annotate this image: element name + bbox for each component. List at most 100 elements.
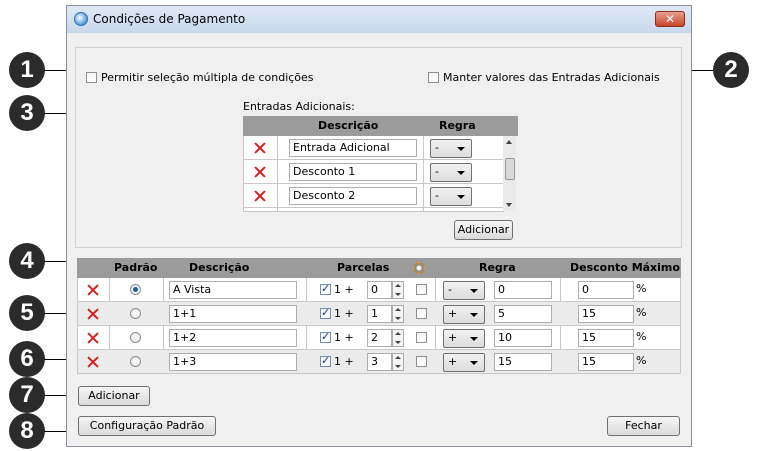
max-discount-input[interactable]: 15 bbox=[578, 305, 634, 323]
installments-input[interactable]: 3 bbox=[367, 353, 392, 371]
rule-value-input[interactable]: 0 bbox=[494, 281, 552, 299]
conditions-body: A Vista 1 + 0 - 0 0 % 1+1 1 + 1 + 5 15 % bbox=[77, 278, 681, 374]
title-bar: Condições de Pagamento ✕ bbox=[67, 6, 691, 33]
extra-checkbox[interactable] bbox=[416, 356, 427, 367]
condition-description-input[interactable]: 1+1 bbox=[169, 305, 297, 323]
installments-checkbox[interactable] bbox=[320, 282, 331, 295]
entry-rule-dropdown[interactable]: - bbox=[430, 187, 472, 206]
multi-select-checkbox[interactable] bbox=[86, 72, 97, 83]
default-radio[interactable] bbox=[130, 284, 141, 295]
entry-row: Desconto 1 - bbox=[244, 160, 504, 184]
conditions-header: Padrão Descrição Parcelas Regra Desconto… bbox=[77, 258, 681, 278]
percent-label: % bbox=[636, 306, 647, 319]
condition-row: 1+1 1 + 1 + 5 15 % bbox=[78, 302, 680, 326]
header-description: Descrição bbox=[318, 119, 379, 132]
header-default: Padrão bbox=[114, 261, 158, 274]
delete-x-icon[interactable] bbox=[253, 141, 267, 155]
rule-dropdown[interactable]: + bbox=[443, 329, 485, 348]
additional-entries-label: Entradas Adicionais: bbox=[243, 100, 355, 113]
callout-7: 7 bbox=[9, 377, 45, 413]
rule-dropdown[interactable]: - bbox=[443, 281, 485, 300]
max-discount-input[interactable]: 0 bbox=[578, 281, 634, 299]
delete-x-icon[interactable] bbox=[253, 189, 267, 203]
callout-1: 1 bbox=[9, 52, 45, 88]
default-radio[interactable] bbox=[130, 308, 141, 319]
callout-6: 6 bbox=[9, 341, 45, 377]
delete-x-icon[interactable] bbox=[86, 355, 100, 369]
condition-row: 1+3 1 + 3 + 15 15 % bbox=[78, 350, 680, 374]
keep-values-label: Manter valores das Entradas Adicionais bbox=[443, 71, 660, 84]
installments-checkbox[interactable] bbox=[320, 330, 331, 343]
percent-label: % bbox=[636, 282, 647, 295]
delete-x-icon[interactable] bbox=[86, 331, 100, 345]
app-icon bbox=[74, 12, 88, 26]
entry-rule-dropdown[interactable]: - bbox=[430, 163, 472, 182]
rule-dropdown[interactable]: + bbox=[443, 305, 485, 324]
percent-label: % bbox=[636, 330, 647, 343]
callout-5: 5 bbox=[9, 295, 45, 331]
default-config-button[interactable]: Configuração Padrão bbox=[78, 416, 216, 436]
installments-prefix: 1 + bbox=[334, 355, 354, 368]
extra-checkbox[interactable] bbox=[416, 284, 427, 295]
scroll-thumb[interactable] bbox=[505, 158, 515, 180]
installments-checkbox[interactable] bbox=[320, 354, 331, 367]
add-entry-button[interactable]: Adicionar bbox=[454, 220, 513, 240]
header-description: Descrição bbox=[189, 261, 250, 274]
max-discount-input[interactable]: 15 bbox=[578, 329, 634, 347]
condition-description-input[interactable]: 1+3 bbox=[169, 353, 297, 371]
entry-description-input[interactable]: Entrada Adicional bbox=[289, 139, 417, 157]
installments-stepper[interactable] bbox=[392, 281, 404, 299]
installments-stepper[interactable] bbox=[392, 353, 404, 371]
header-installments: Parcelas bbox=[337, 261, 390, 274]
installments-input[interactable]: 2 bbox=[367, 329, 392, 347]
default-radio[interactable] bbox=[130, 356, 141, 367]
close-window-button[interactable]: ✕ bbox=[655, 11, 685, 27]
rule-value-input[interactable]: 5 bbox=[494, 305, 552, 323]
rule-value-input[interactable]: 15 bbox=[494, 353, 552, 371]
multi-select-label: Permitir seleção múltipla de condições bbox=[101, 71, 314, 84]
condition-row: A Vista 1 + 0 - 0 0 % bbox=[78, 278, 680, 302]
delete-x-icon[interactable] bbox=[86, 307, 100, 321]
installments-input[interactable]: 0 bbox=[367, 281, 392, 299]
installments-prefix: 1 + bbox=[334, 283, 354, 296]
entry-description-input[interactable]: Desconto 1 bbox=[289, 163, 417, 181]
window-title: Condições de Pagamento bbox=[93, 12, 246, 26]
additional-entries-header: Descrição Regra bbox=[243, 116, 518, 136]
entry-row: Entrada Adicional - bbox=[244, 136, 504, 160]
additional-entries-group: Permitir seleção múltipla de condições M… bbox=[75, 47, 682, 248]
installments-checkbox[interactable] bbox=[320, 306, 331, 319]
entry-description-input[interactable]: Desconto 2 bbox=[289, 187, 417, 205]
callout-2: 2 bbox=[713, 52, 749, 88]
gear-icon[interactable] bbox=[413, 262, 425, 274]
condition-description-input[interactable]: 1+2 bbox=[169, 329, 297, 347]
installments-stepper[interactable] bbox=[392, 329, 404, 347]
max-discount-input[interactable]: 15 bbox=[578, 353, 634, 371]
condition-row: 1+2 1 + 2 + 10 15 % bbox=[78, 326, 680, 350]
installments-input[interactable]: 1 bbox=[367, 305, 392, 323]
entries-scrollbar[interactable] bbox=[503, 136, 516, 211]
callout-3: 3 bbox=[9, 95, 45, 131]
entry-rule-dropdown[interactable]: - bbox=[430, 139, 472, 158]
rule-dropdown[interactable]: + bbox=[443, 353, 485, 372]
callout-8: 8 bbox=[9, 413, 45, 449]
keep-values-checkbox[interactable] bbox=[428, 72, 439, 83]
header-max-discount: Desconto Máximo bbox=[570, 261, 680, 274]
installments-prefix: 1 + bbox=[334, 307, 354, 320]
installments-stepper[interactable] bbox=[392, 305, 404, 323]
rule-value-input[interactable]: 10 bbox=[494, 329, 552, 347]
scroll-up-icon[interactable] bbox=[506, 140, 512, 144]
delete-x-icon[interactable] bbox=[86, 283, 100, 297]
add-condition-button[interactable]: Adicionar bbox=[78, 386, 150, 406]
close-button[interactable]: Fechar bbox=[607, 416, 680, 436]
additional-entries-body: Entrada Adicional - Desconto 1 - Descont… bbox=[243, 136, 504, 212]
scroll-down-icon[interactable] bbox=[506, 203, 512, 207]
header-rule: Regra bbox=[439, 119, 476, 132]
percent-label: % bbox=[636, 354, 647, 367]
callout-4: 4 bbox=[9, 243, 45, 279]
extra-checkbox[interactable] bbox=[416, 332, 427, 343]
payment-conditions-window: Condições de Pagamento ✕ Permitir seleçã… bbox=[66, 5, 692, 447]
extra-checkbox[interactable] bbox=[416, 308, 427, 319]
default-radio[interactable] bbox=[130, 332, 141, 343]
delete-x-icon[interactable] bbox=[253, 165, 267, 179]
condition-description-input[interactable]: A Vista bbox=[169, 281, 297, 299]
